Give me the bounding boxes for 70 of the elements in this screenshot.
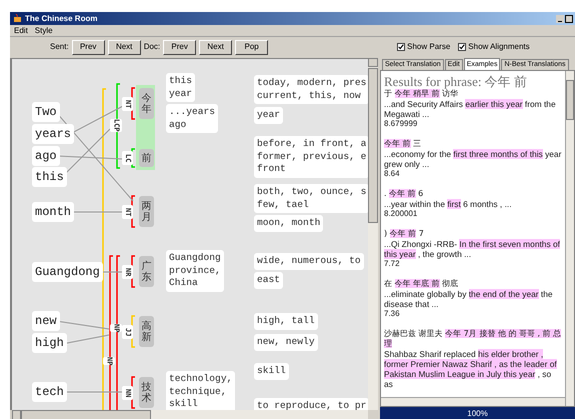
maximize-button[interactable] xyxy=(565,14,573,22)
horizontal-scrollbar[interactable] xyxy=(12,410,368,419)
results-heading: Results for phrase: 今年 前 xyxy=(384,74,528,89)
minimize-button[interactable] xyxy=(556,14,564,22)
score: 7.36 xyxy=(384,309,401,319)
score: 8.64 xyxy=(384,169,401,179)
checkbox-label: Show Alignments xyxy=(468,41,530,53)
english-sentence: ...economy for the first three months of this year grew only ... xyxy=(384,149,562,169)
english-word: years xyxy=(32,124,74,144)
english-word: month xyxy=(32,202,74,222)
dictionary-entry: today, modern, pres current, this, now xyxy=(254,75,368,104)
english-sentence: ...eliminate globally by the end of the year the disease that ... xyxy=(384,289,554,309)
dictionary-entry: year xyxy=(254,107,284,124)
chinese-sentence: . 今年 前 6 xyxy=(384,189,424,199)
chinese-sentence: 今年 前 三 xyxy=(384,139,422,149)
chinese-word[interactable]: 两月 xyxy=(139,196,154,227)
english-word: new xyxy=(32,311,60,331)
dictionary-entry: high, tall xyxy=(254,313,318,330)
dictionary-entry: skill xyxy=(254,363,289,380)
english-word: ago xyxy=(32,146,60,166)
english-sentence: ...and Security Affairs earlier this year from the Megawati ... xyxy=(384,99,557,119)
gloss-text: this year xyxy=(166,73,196,102)
dictionary-entry: to reproduce, to pr xyxy=(254,398,368,410)
chinese-word[interactable]: 高新 xyxy=(139,316,154,347)
vertical-scrollbar[interactable] xyxy=(565,71,574,406)
english-word: Guangdong xyxy=(32,262,103,282)
gloss-text: technology, technique, skill xyxy=(166,371,236,410)
chinese-sentence: 于 今年 稍早 前 访华 xyxy=(384,89,460,99)
chinese-word[interactable]: 前 xyxy=(139,149,154,167)
english-word: high xyxy=(32,333,67,353)
dictionary-entry: before, in front, a former, previous, e front xyxy=(254,136,368,178)
horizontal-scrollbar[interactable] xyxy=(381,397,565,406)
chinese-word[interactable]: 技术 xyxy=(139,377,154,408)
menu-item[interactable]: Style xyxy=(34,26,53,34)
doc-label: Doc: xyxy=(144,41,160,53)
document-nav-button[interactable]: Next xyxy=(199,40,232,54)
chinese-word[interactable]: 今年 xyxy=(139,88,154,119)
document-nav-button[interactable]: Prev xyxy=(163,40,196,54)
dictionary-entry: wide, numerous, to xyxy=(254,253,364,270)
english-word: tech xyxy=(32,382,67,402)
menu-item[interactable]: Edit xyxy=(14,26,28,34)
checkbox[interactable] xyxy=(397,43,406,51)
checkbox-label: Show Parse xyxy=(407,41,450,53)
english-word: this xyxy=(32,167,67,187)
window-title: The Chinese Room xyxy=(25,14,98,22)
gloss-text: Guangdong province, China xyxy=(166,250,224,292)
dictionary-entry: east xyxy=(254,272,284,288)
app-icon xyxy=(13,14,22,23)
chinese-sentence: 在 今年 年底 前 彻底 xyxy=(384,279,460,289)
score: 8.200001 xyxy=(384,209,418,219)
english-sentence: ...year within the first 6 months , ... xyxy=(384,199,513,209)
document-nav-button[interactable]: Pop xyxy=(235,40,268,54)
dictionary-entry: both, two, ounce, s few, tael xyxy=(254,184,368,213)
score: 7.72 xyxy=(384,259,401,269)
checkbox[interactable] xyxy=(458,43,466,51)
dictionary-entry: moon, month xyxy=(254,215,324,232)
sentence-nav-button[interactable]: Prev xyxy=(72,40,105,54)
sentence-nav-button[interactable]: Next xyxy=(108,40,141,54)
chinese-sentence: 沙赫巴兹 谢里夫 今年 7月 接替 他 的 哥哥 , 前 总理 xyxy=(384,329,562,349)
dictionary-entry: new, newly xyxy=(254,334,318,350)
chinese-word[interactable]: 广东 xyxy=(139,256,154,287)
vertical-scrollbar[interactable] xyxy=(368,58,378,410)
english-sentence: ...Qi Zhongxi -RRB- In the first seven months of this year , the growth ... xyxy=(384,239,561,259)
english-word: Two xyxy=(32,102,60,122)
chinese-sentence: ) 今年 前 7 xyxy=(384,229,425,239)
gloss-text: ...years ago xyxy=(166,104,218,133)
status-bar: 100% xyxy=(380,407,575,419)
sent-label: Sent: xyxy=(50,41,69,53)
score: 8.679999 xyxy=(384,119,418,129)
english-sentence: Shahbaz Sharif replaced his elder brother , former Premier Nawaz Sharif , as the leader of Pakistan Muslim League in July this year , so as xyxy=(384,349,558,389)
